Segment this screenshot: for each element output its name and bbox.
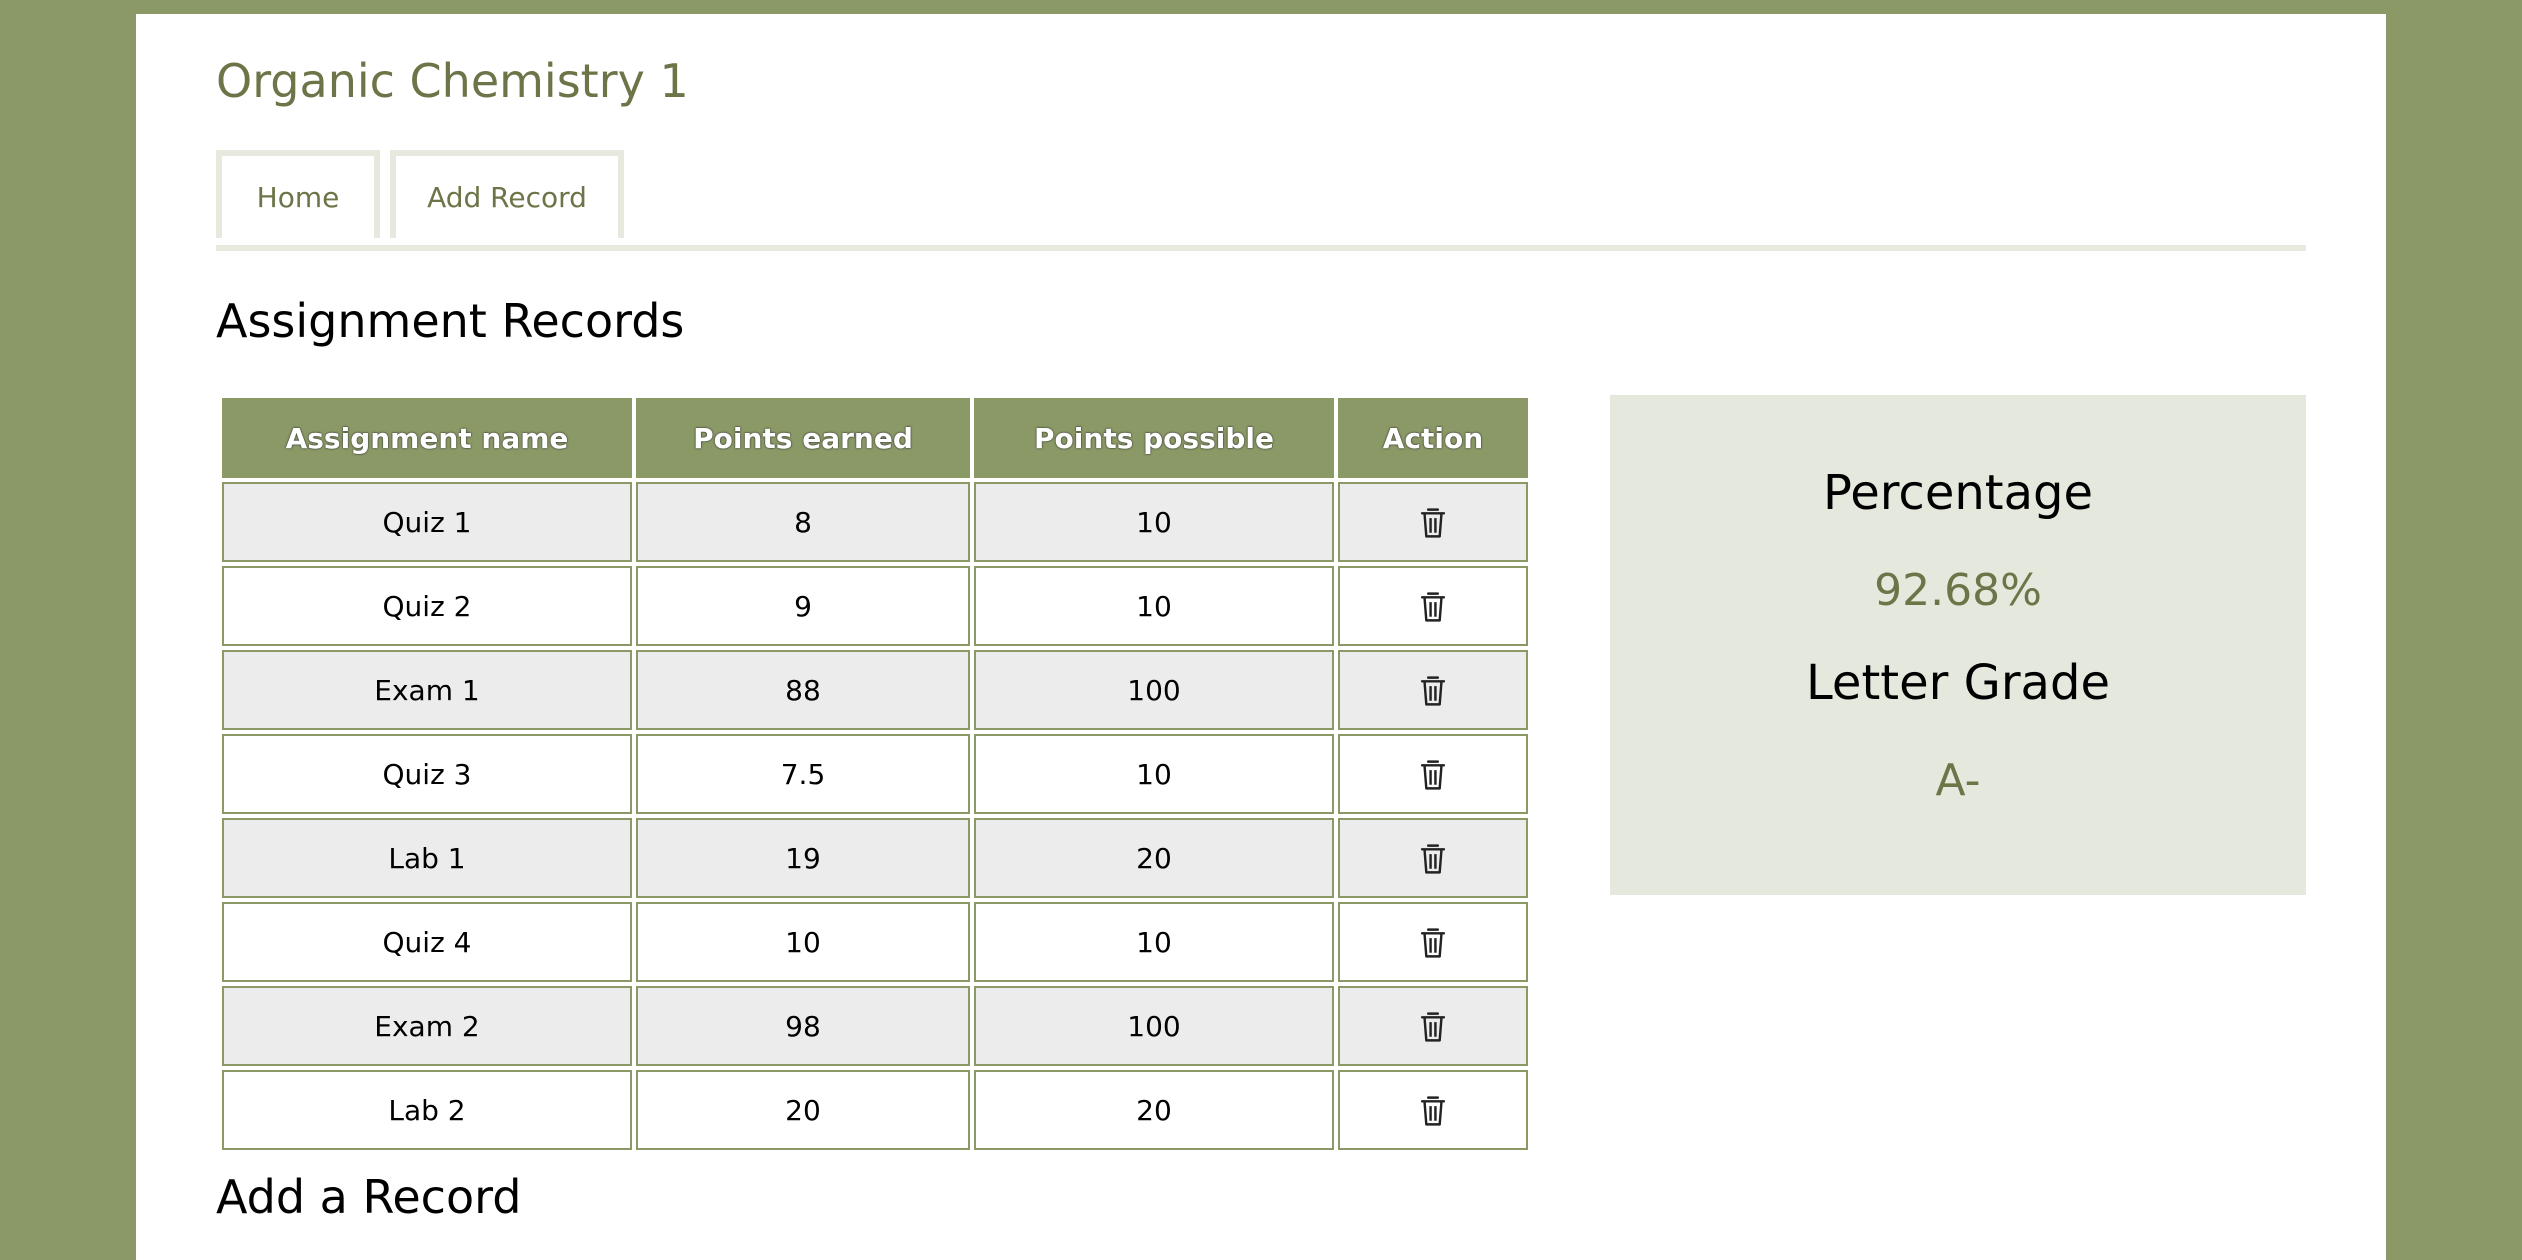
assignment-name-cell: Quiz 1	[222, 482, 632, 562]
site-title: Organic Chemistry 1	[216, 54, 689, 108]
points-earned-cell: 20	[636, 1070, 970, 1150]
table-row: Quiz 4 10 10	[222, 902, 1528, 982]
trash-icon[interactable]	[1418, 674, 1448, 708]
assignment-name-cell: Lab 1	[222, 818, 632, 898]
column-header-assignment-name: Assignment name	[222, 398, 632, 478]
action-cell	[1338, 734, 1528, 814]
trash-icon[interactable]	[1418, 758, 1448, 792]
letter-grade-label: Letter Grade	[1806, 655, 2110, 711]
table-header-row: Assignment name Points earned Points pos…	[222, 398, 1528, 478]
points-possible-cell: 10	[974, 734, 1334, 814]
trash-icon[interactable]	[1418, 842, 1448, 876]
points-earned-cell: 8	[636, 482, 970, 562]
grade-summary-panel: Percentage 92.68% Letter Grade A-	[1610, 395, 2306, 895]
nav-divider	[216, 245, 2306, 251]
action-cell	[1338, 818, 1528, 898]
assignment-name-cell: Lab 2	[222, 1070, 632, 1150]
points-earned-cell: 10	[636, 902, 970, 982]
nav-home-tab[interactable]: Home	[216, 150, 380, 238]
page-container: Organic Chemistry 1 Home Add Record Assi…	[136, 14, 2386, 1260]
action-cell	[1338, 566, 1528, 646]
records-table: Assignment name Points earned Points pos…	[218, 394, 1532, 1154]
points-earned-cell: 98	[636, 986, 970, 1066]
points-earned-cell: 9	[636, 566, 970, 646]
points-earned-cell: 7.5	[636, 734, 970, 814]
action-cell	[1338, 1070, 1528, 1150]
nav-add-record-tab[interactable]: Add Record	[390, 150, 624, 238]
table-row: Exam 2 98 100	[222, 986, 1528, 1066]
assignment-name-cell: Quiz 4	[222, 902, 632, 982]
points-possible-cell: 10	[974, 566, 1334, 646]
action-cell	[1338, 902, 1528, 982]
table-row: Exam 1 88 100	[222, 650, 1528, 730]
trash-icon[interactable]	[1418, 1094, 1448, 1128]
action-cell	[1338, 482, 1528, 562]
trash-icon[interactable]	[1418, 506, 1448, 540]
table-row: Lab 1 19 20	[222, 818, 1528, 898]
action-cell	[1338, 986, 1528, 1066]
table-row: Quiz 3 7.5 10	[222, 734, 1528, 814]
points-earned-cell: 88	[636, 650, 970, 730]
points-possible-cell: 10	[974, 902, 1334, 982]
assignment-name-cell: Exam 1	[222, 650, 632, 730]
table-row: Quiz 1 8 10	[222, 482, 1528, 562]
points-possible-cell: 100	[974, 986, 1334, 1066]
assignment-records-heading: Assignment Records	[216, 294, 685, 348]
main-nav: Home Add Record	[216, 150, 2306, 251]
records-table-body: Quiz 1 8 10 Quiz 2 9 10 Exam 1 88 100 Quiz 3 7.5 10…	[222, 482, 1528, 1150]
column-header-points-earned: Points earned	[636, 398, 970, 478]
table-row: Quiz 2 9 10	[222, 566, 1528, 646]
percentage-label: Percentage	[1822, 465, 2094, 521]
percentage-value: 92.68%	[1874, 565, 2042, 616]
points-possible-cell: 20	[974, 818, 1334, 898]
add-record-heading: Add a Record	[216, 1170, 522, 1224]
column-header-points-possible: Points possible	[974, 398, 1334, 478]
trash-icon[interactable]	[1418, 590, 1448, 624]
points-possible-cell: 20	[974, 1070, 1334, 1150]
points-earned-cell: 19	[636, 818, 970, 898]
assignment-name-cell: Exam 2	[222, 986, 632, 1066]
letter-grade-value: A-	[1935, 755, 1981, 806]
trash-icon[interactable]	[1418, 926, 1448, 960]
trash-icon[interactable]	[1418, 1010, 1448, 1044]
action-cell	[1338, 650, 1528, 730]
column-header-action: Action	[1338, 398, 1528, 478]
assignment-name-cell: Quiz 3	[222, 734, 632, 814]
points-possible-cell: 100	[974, 650, 1334, 730]
table-row: Lab 2 20 20	[222, 1070, 1528, 1150]
points-possible-cell: 10	[974, 482, 1334, 562]
assignment-name-cell: Quiz 2	[222, 566, 632, 646]
